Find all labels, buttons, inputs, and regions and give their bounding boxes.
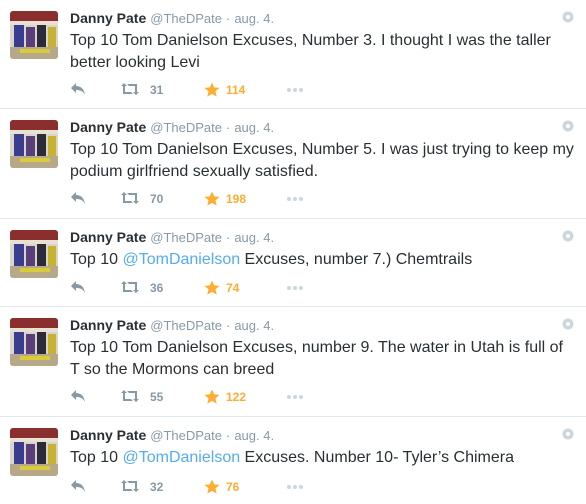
- more-icon: [287, 88, 303, 92]
- star-icon: [204, 389, 220, 404]
- separator-dot: ·: [225, 11, 231, 26]
- retweet-icon: [121, 480, 139, 492]
- separator-dot: ·: [225, 230, 231, 245]
- gear-icon[interactable]: [562, 229, 574, 242]
- retweet-count: 55: [150, 390, 164, 404]
- tweet-actions: 55 122: [70, 387, 330, 407]
- tweet-text-part: Top 10: [70, 251, 123, 268]
- more-icon: [287, 197, 303, 201]
- tweet-actions: 70 198: [70, 189, 330, 209]
- avatar[interactable]: [10, 11, 58, 59]
- retweet-count: 31: [150, 83, 164, 97]
- author-name[interactable]: Danny Pate: [70, 427, 146, 443]
- tweet-actions: 36 74: [70, 278, 330, 298]
- tweet-text: Top 10 Tom Danielson Excuses, number 9. …: [70, 337, 575, 381]
- tweet-text: Top 10 Tom Danielson Excuses, Number 3. …: [70, 30, 575, 74]
- author-handle[interactable]: @TheDPate: [150, 230, 222, 245]
- retweet-icon: [121, 281, 139, 293]
- tweet-header: Danny Pate @TheDPate · aug. 4.: [70, 119, 274, 136]
- author-name[interactable]: Danny Pate: [70, 317, 146, 333]
- tweet-actions: 31 114: [70, 80, 330, 100]
- separator-dot: ·: [225, 318, 231, 333]
- tweet-timeline: Danny Pate @TheDPate · aug. 4. Top 10 Tom D…: [0, 0, 586, 504]
- favorite-count: 114: [226, 83, 246, 97]
- author-handle[interactable]: @TheDPate: [150, 120, 222, 135]
- reply-icon: [71, 192, 85, 204]
- tweet[interactable]: Danny Pate @TheDPate · aug. 4. Top 10 @TomD…: [0, 417, 586, 504]
- tweet-header: Danny Pate @TheDPate · aug. 4.: [70, 427, 274, 444]
- tweet-date[interactable]: aug. 4.: [234, 318, 274, 333]
- tweet[interactable]: Danny Pate @TheDPate · aug. 4. Top 10 @TomD…: [0, 219, 586, 307]
- author-name[interactable]: Danny Pate: [70, 229, 146, 245]
- author-name[interactable]: Danny Pate: [70, 10, 146, 26]
- author-handle[interactable]: @TheDPate: [150, 428, 222, 443]
- favorite-count: 74: [226, 281, 240, 295]
- tweet-text: Top 10 @TomDanielson Excuses, number 7.)…: [70, 249, 575, 271]
- tweet-header: Danny Pate @TheDPate · aug. 4.: [70, 10, 274, 27]
- retweet-icon: [121, 390, 139, 402]
- favorite-count: 122: [226, 390, 247, 404]
- tweet[interactable]: Danny Pate @TheDPate · aug. 4. Top 10 Tom D…: [0, 109, 586, 219]
- author-handle[interactable]: @TheDPate: [150, 11, 222, 26]
- favorite-count: 76: [226, 480, 240, 494]
- tweet[interactable]: Danny Pate @TheDPate · aug. 4. Top 10 Tom D…: [0, 0, 586, 109]
- tweet-date[interactable]: aug. 4.: [234, 120, 274, 135]
- author-name[interactable]: Danny Pate: [70, 119, 146, 135]
- retweet-count: 36: [150, 281, 164, 295]
- star-icon: [204, 280, 220, 295]
- more-icon: [287, 286, 303, 290]
- gear-icon[interactable]: [562, 427, 574, 440]
- tweet-text-part: Excuses, number 7.) Chemtrails: [240, 251, 473, 268]
- retweet-icon: [121, 192, 139, 204]
- reply-icon: [71, 83, 85, 95]
- favorite-count: 198: [226, 192, 247, 206]
- reply-icon: [71, 390, 85, 402]
- avatar[interactable]: [10, 230, 58, 278]
- avatar[interactable]: [10, 318, 58, 366]
- tweet-text-part: Excuses. Number 10- Tyler’s Chimera: [240, 449, 514, 466]
- tweet-text: Top 10 Tom Danielson Excuses, Number 5. …: [70, 139, 575, 183]
- reply-icon: [71, 480, 85, 492]
- tweet-text-part: Top 10: [70, 449, 123, 466]
- avatar[interactable]: [10, 120, 58, 168]
- retweet-icon: [121, 83, 139, 95]
- star-icon: [204, 82, 220, 97]
- tweet-date[interactable]: aug. 4.: [234, 428, 274, 443]
- gear-icon[interactable]: [562, 317, 574, 330]
- separator-dot: ·: [225, 120, 231, 135]
- tweet-header: Danny Pate @TheDPate · aug. 4.: [70, 317, 274, 334]
- mention-link[interactable]: @TomDanielson: [122, 449, 240, 466]
- gear-icon[interactable]: [562, 10, 574, 23]
- more-icon: [287, 485, 303, 489]
- tweet-text-part: Top 10 Tom Danielson Excuses, Number 5. …: [70, 141, 579, 180]
- tweet-text: Top 10 @TomDanielson Excuses. Number 10-…: [70, 447, 575, 469]
- mention-link[interactable]: @TomDanielson: [122, 251, 240, 268]
- retweet-count: 70: [150, 192, 164, 206]
- retweet-count: 32: [150, 480, 164, 494]
- tweet-text-part: Top 10 Tom Danielson Excuses, Number 3. …: [70, 32, 556, 71]
- separator-dot: ·: [225, 428, 231, 443]
- gear-icon[interactable]: [562, 119, 574, 132]
- author-handle[interactable]: @TheDPate: [150, 318, 222, 333]
- tweet-header: Danny Pate @TheDPate · aug. 4.: [70, 229, 274, 246]
- star-icon: [204, 479, 220, 494]
- avatar[interactable]: [10, 428, 58, 476]
- tweet[interactable]: Danny Pate @TheDPate · aug. 4. Top 10 Tom D…: [0, 307, 586, 417]
- more-icon: [287, 395, 303, 399]
- tweet-date[interactable]: aug. 4.: [234, 11, 274, 26]
- reply-icon: [71, 281, 85, 293]
- star-icon: [204, 191, 220, 206]
- tweet-date[interactable]: aug. 4.: [234, 230, 274, 245]
- tweet-actions: 32 76: [70, 477, 330, 497]
- tweet-text-part: Top 10 Tom Danielson Excuses, number 9. …: [70, 339, 568, 378]
